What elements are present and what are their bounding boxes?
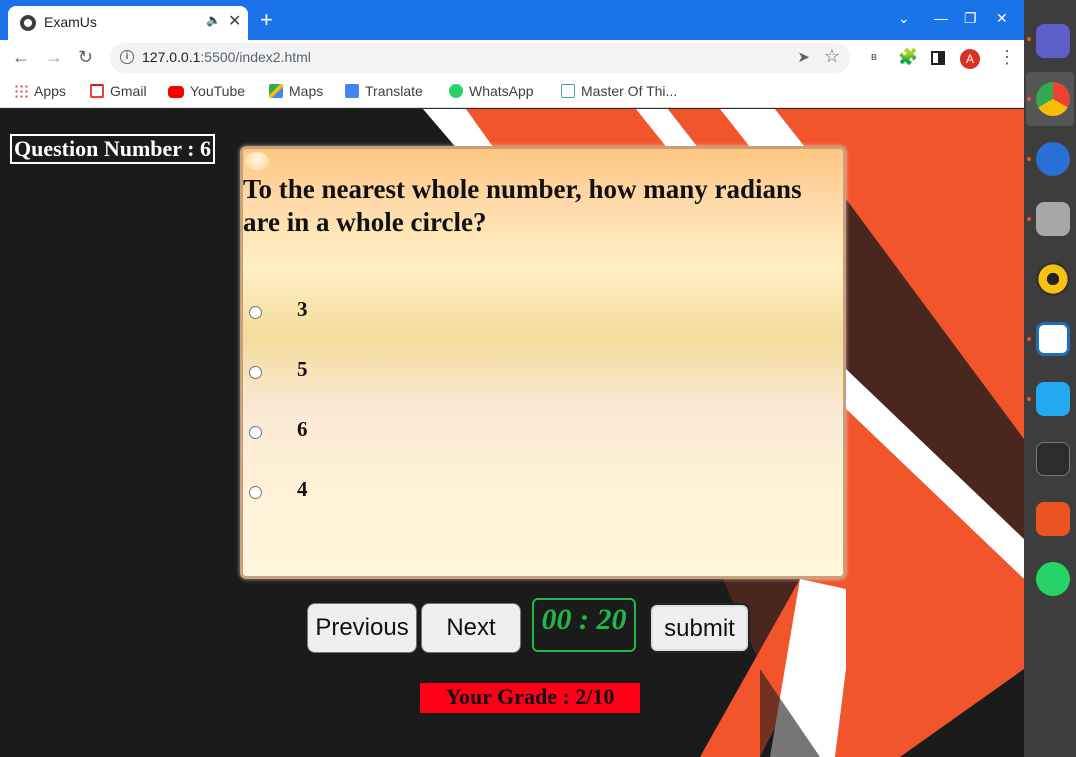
files-icon[interactable] bbox=[1036, 202, 1070, 236]
bookmark-label: Translate bbox=[365, 83, 423, 99]
option-radio[interactable] bbox=[249, 426, 262, 439]
maps-icon bbox=[269, 84, 283, 98]
favicon-icon bbox=[20, 15, 36, 31]
url-host: 127.0.0.1 bbox=[142, 49, 201, 65]
thunderbird-icon[interactable] bbox=[1036, 142, 1070, 176]
tab-title: ExamUs bbox=[44, 14, 97, 30]
question-text: To the nearest whole number, how many ra… bbox=[243, 174, 802, 237]
bookmark-label: Gmail bbox=[110, 83, 147, 99]
running-indicator bbox=[1027, 37, 1031, 41]
libreoffice-writer-icon[interactable] bbox=[1036, 322, 1070, 356]
apps-grid-icon bbox=[14, 84, 28, 98]
menu-kebab-icon[interactable]: ⋮ bbox=[998, 47, 1016, 68]
extension-b-icon[interactable]: B bbox=[866, 50, 882, 66]
option-label[interactable]: 5 bbox=[297, 357, 308, 382]
option-label[interactable]: 4 bbox=[297, 477, 308, 502]
card-decoration bbox=[245, 152, 269, 170]
tab-search-icon[interactable]: ⌄ bbox=[898, 10, 910, 27]
submit-button[interactable]: submit bbox=[649, 603, 750, 653]
question-number: Question Number : 6 bbox=[10, 134, 215, 164]
window-close-button[interactable]: ✕ bbox=[996, 10, 1008, 27]
running-indicator bbox=[1027, 337, 1031, 341]
bookmark-label: Master Of Thi... bbox=[581, 83, 678, 99]
window-controls: ⌄ — ❐ ✕ bbox=[884, 0, 1024, 40]
youtube-icon bbox=[168, 86, 184, 98]
whatsapp-icon bbox=[449, 84, 463, 98]
bookmark-apps[interactable]: Apps bbox=[14, 83, 66, 99]
bookmark-master-of-thi[interactable]: Master Of Thi... bbox=[561, 83, 677, 99]
profile-avatar[interactable]: A bbox=[960, 49, 980, 69]
gmail-icon bbox=[90, 84, 104, 98]
next-button[interactable]: Next bbox=[421, 603, 521, 653]
bookmark-whatsapp[interactable]: WhatsApp bbox=[449, 83, 534, 99]
countdown-timer: 00 : 20 bbox=[532, 598, 636, 652]
new-tab-button[interactable]: + bbox=[260, 6, 273, 34]
bookmark-youtube[interactable]: YouTube bbox=[168, 83, 245, 99]
side-panel-icon[interactable] bbox=[931, 51, 945, 65]
master-of-thi-icon bbox=[561, 84, 575, 98]
audio-playing-icon[interactable]: 🔈 bbox=[206, 13, 221, 27]
browser-tab[interactable]: ExamUs 🔈 ✕ bbox=[8, 6, 248, 40]
rhythmbox-icon[interactable] bbox=[1036, 262, 1070, 296]
reload-icon[interactable]: ↻ bbox=[78, 47, 93, 68]
bookmark-maps[interactable]: Maps bbox=[269, 83, 323, 99]
url-path: :5500/index2.html bbox=[200, 49, 311, 65]
forward-icon[interactable]: → bbox=[45, 47, 63, 68]
tab-close-icon[interactable]: ✕ bbox=[228, 11, 241, 31]
terminal-icon[interactable] bbox=[1036, 442, 1070, 476]
address-bar[interactable]: i 127.0.0.1:5500/index2.html ➤ ☆ bbox=[110, 43, 850, 73]
grade-display: Your Grade : 2/10 bbox=[420, 683, 640, 713]
previous-button[interactable]: Previous bbox=[307, 603, 417, 653]
url-text[interactable]: 127.0.0.1:5500/index2.html bbox=[142, 49, 311, 65]
bookmarks-bar: Apps Gmail YouTube Maps Translate WhatsA… bbox=[0, 78, 1024, 108]
translate-icon bbox=[345, 84, 359, 98]
back-icon[interactable]: ← bbox=[12, 47, 30, 68]
question-card: To the nearest whole number, how many ra… bbox=[240, 146, 846, 579]
bookmark-gmail[interactable]: Gmail bbox=[90, 83, 147, 99]
bookmark-label: Maps bbox=[289, 83, 324, 99]
option-label[interactable]: 6 bbox=[297, 417, 308, 442]
share-icon[interactable]: ➤ bbox=[797, 48, 810, 66]
running-indicator bbox=[1027, 397, 1031, 401]
bookmark-translate[interactable]: Translate bbox=[345, 83, 423, 99]
minimize-button[interactable]: — bbox=[934, 10, 948, 26]
browser-tab-strip: ExamUs 🔈 ✕ + ⌄ — ❐ ✕ bbox=[0, 0, 1024, 40]
bookmark-label: Apps bbox=[34, 83, 66, 99]
option-radio[interactable] bbox=[249, 306, 262, 319]
bookmark-star-icon[interactable]: ☆ bbox=[824, 46, 840, 67]
option-radio[interactable] bbox=[249, 486, 262, 499]
extensions-puzzle-icon[interactable]: 🧩 bbox=[898, 47, 918, 67]
option-radio[interactable] bbox=[249, 366, 262, 379]
restore-button[interactable]: ❐ bbox=[964, 10, 977, 27]
desktop-dock bbox=[1024, 0, 1076, 757]
running-indicator bbox=[1027, 157, 1031, 161]
app-center-icon[interactable] bbox=[1036, 502, 1070, 536]
exam-page: Question Number : 6 To the nearest whole… bbox=[0, 109, 1024, 757]
site-info-icon[interactable]: i bbox=[120, 50, 134, 64]
option-label[interactable]: 3 bbox=[297, 297, 308, 322]
whatsapp-icon[interactable] bbox=[1036, 562, 1070, 596]
running-indicator bbox=[1027, 97, 1031, 101]
teams-icon[interactable] bbox=[1036, 24, 1070, 58]
running-indicator bbox=[1027, 217, 1031, 221]
bookmark-label: YouTube bbox=[190, 83, 246, 99]
chrome-icon[interactable] bbox=[1036, 82, 1070, 116]
bookmark-label: WhatsApp bbox=[469, 83, 534, 99]
vscode-icon[interactable] bbox=[1036, 382, 1070, 416]
browser-toolbar: ← → ↻ i 127.0.0.1:5500/index2.html ➤ ☆ B… bbox=[0, 40, 1024, 78]
